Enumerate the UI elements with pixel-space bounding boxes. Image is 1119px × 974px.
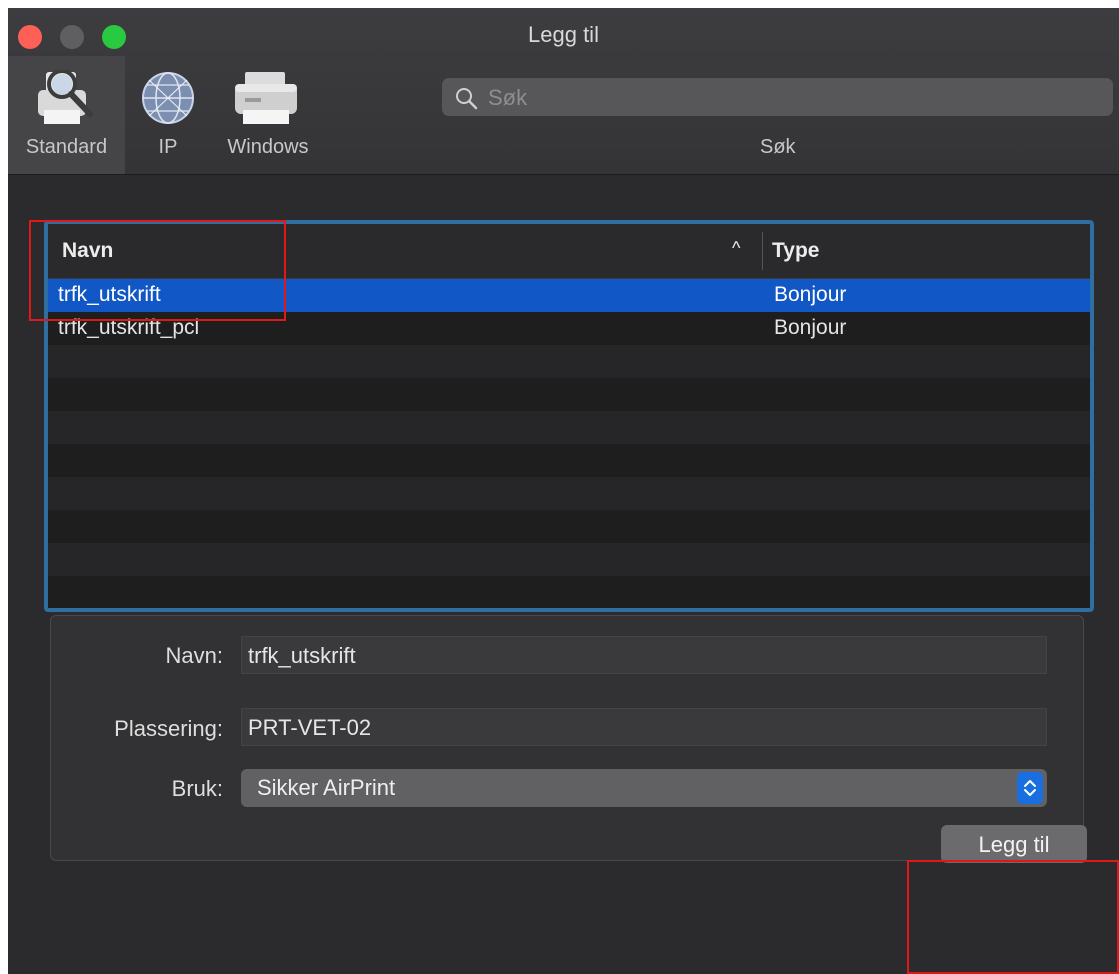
printer-type-cell: Bonjour [774, 316, 847, 339]
tab-windows-label: Windows [227, 136, 309, 158]
printer-type-cell: Bonjour [774, 283, 847, 306]
empty-row [48, 345, 1090, 378]
tab-standard[interactable]: Standard [8, 56, 125, 174]
search-input[interactable] [486, 81, 1090, 115]
globe-icon [142, 72, 194, 124]
empty-row [48, 477, 1090, 510]
default-printer-icon [38, 70, 93, 124]
add-button[interactable]: Legg til [941, 825, 1087, 863]
tab-ip-label: IP [158, 136, 178, 158]
driver-select[interactable]: Sikker AirPrint [241, 769, 1047, 807]
search-field[interactable] [442, 78, 1113, 116]
empty-row [48, 411, 1090, 444]
select-arrows[interactable] [1017, 772, 1043, 804]
name-field[interactable]: trfk_utskrift [241, 636, 1047, 674]
column-header-type[interactable]: Type [772, 239, 819, 263]
add-printer-window: Legg til Standard IP Windows Søk Søk Nav… [8, 8, 1119, 974]
empty-row [48, 576, 1090, 608]
tab-standard-label: Standard [25, 136, 108, 158]
name-label: Navn: [165, 643, 223, 668]
empty-row [48, 510, 1090, 543]
location-field[interactable]: PRT-VET-02 [241, 708, 1047, 746]
toolbar: Legg til Standard IP Windows Søk Søk [8, 8, 1119, 175]
empty-row [48, 444, 1090, 477]
column-divider[interactable] [762, 232, 763, 270]
printer-details-panel: Navn: trfk_utskrift Plassering: PRT-VET-… [50, 615, 1084, 861]
annotation-box [29, 220, 286, 321]
chevron-up-down-icon [1024, 780, 1036, 796]
window-title: Legg til [528, 22, 599, 47]
tab-windows[interactable]: Windows [213, 56, 323, 174]
windows-printer-icon [235, 72, 297, 124]
annotation-box [907, 860, 1119, 974]
search-icon [456, 88, 478, 110]
location-label: Plassering: [114, 716, 223, 741]
search-caption: Søk [760, 136, 796, 158]
driver-select-value: Sikker AirPrint [257, 775, 396, 800]
tab-ip[interactable]: IP [133, 56, 203, 174]
empty-row [48, 543, 1090, 576]
use-label: Bruk: [171, 776, 223, 801]
sort-ascending-icon[interactable]: ^ [732, 238, 740, 259]
empty-row [48, 378, 1090, 411]
